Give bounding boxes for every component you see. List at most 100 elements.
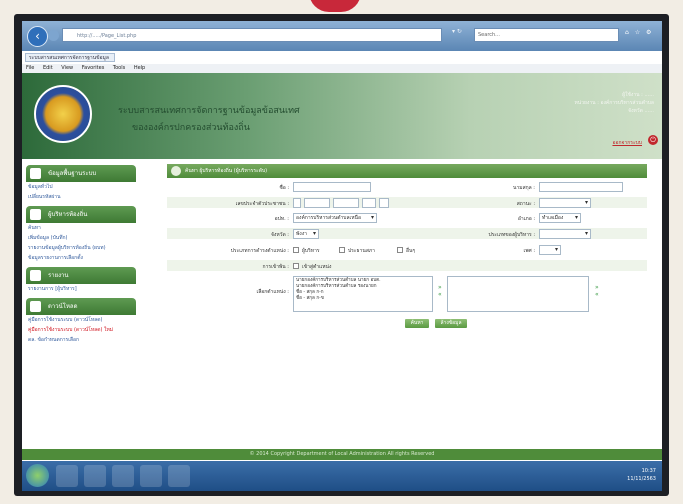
selected-position-listbox[interactable] (447, 276, 589, 312)
clock-time: 10:37 (641, 468, 656, 474)
checkbox-council-chair[interactable] (339, 247, 345, 253)
surname-label: นามสกุล : (513, 185, 535, 191)
menu-tools[interactable]: Tools (113, 65, 125, 71)
taskbar: 10:37 11/11/2563 (22, 461, 662, 491)
sidebar-section-downloads: ดาวน์โหลด (26, 298, 136, 315)
browser-window: ‹ http://...../Page_List.php ▾ ↻ Search.… (22, 21, 662, 491)
sidebar-section-title: รายงาน (48, 272, 69, 279)
gender-select[interactable] (539, 245, 561, 255)
sidebar-item-report[interactable]: รายงานการ [ผู้บริหาร] (26, 284, 154, 294)
menu-view[interactable]: View (61, 65, 73, 71)
user-org: หน่วยงาน : องค์การบริหารส่วนตำบล (574, 100, 654, 106)
sidebar-item-rules[interactable]: ดล. ข้อกำหนดการเลือก (26, 335, 154, 345)
refresh-icon[interactable]: ▾ ↻ (452, 28, 462, 35)
idcard-input-2[interactable] (304, 198, 330, 208)
name-input[interactable] (293, 182, 371, 192)
sidebar-item-manual-new[interactable]: คู่มือการใช้งานระบบ (ดาวน์โหลด) ใหม่ (26, 325, 154, 335)
search-form: ชื่อ : นามสกุล : เลขประจำตัวประชาชน : สถ… (167, 180, 647, 360)
idcard-input-3[interactable] (333, 198, 359, 208)
gender-label: เพศ : (523, 248, 535, 254)
browser-tab[interactable]: ระบบสารสนเทศการจัดการฐานข้อมูล (25, 53, 115, 62)
checkbox-other[interactable] (397, 247, 403, 253)
department-logo (34, 85, 92, 143)
province-select[interactable]: พังงา (293, 229, 319, 239)
window-controls[interactable]: ⌂ ☆ ⚙ (625, 29, 653, 36)
ie-taskbar-icon[interactable] (56, 465, 78, 487)
sidebar-item-report-exec[interactable]: รายงานข้อมูลผู้บริหารท้องถิ่น (ผบท) (26, 243, 154, 253)
user-icon (30, 209, 41, 220)
sidebar-section-executives: ผู้บริหารท้องถิ่น (26, 206, 136, 223)
main-content: ค้นหา ผู้บริหารท้องถิ่น (ผู้บริหารระดับ)… (167, 164, 647, 328)
page-footer: © 2014 Copyright Department of Local Adm… (22, 449, 662, 460)
site-subtitle: ขององค์กรปกครองส่วนท้องถิ่น (132, 123, 250, 133)
checkbox-enter-position-label: เข้าสู่ตำแหน่ง (302, 264, 332, 270)
user-province: จังหวัด ...... (628, 108, 654, 114)
browser-toolbar: ‹ http://...../Page_List.php ▾ ↻ Search.… (22, 21, 662, 51)
sidebar-section-system: ข้อมูลพื้นฐานระบบ (26, 165, 136, 182)
menu-favorites[interactable]: Favorites (82, 65, 105, 71)
forward-arrow-icon[interactable] (48, 30, 59, 41)
explorer-taskbar-icon[interactable] (84, 465, 106, 487)
menu-bar: File Edit View Favorites Tools Help (22, 64, 662, 73)
checkbox-executive-label: ผู้บริหาร (302, 248, 320, 254)
idcard-input-1[interactable] (293, 198, 301, 208)
address-bar[interactable]: http://...../Page_List.php (62, 28, 442, 42)
listbox-option[interactable]: ชื่อ - สกุล ก-ข (296, 296, 430, 302)
chrome-taskbar-icon[interactable] (140, 465, 162, 487)
type-select[interactable] (539, 229, 591, 239)
search-box[interactable]: Search... (474, 28, 619, 42)
sidebar-section-title: ข้อมูลพื้นฐานระบบ (48, 170, 97, 177)
panel-title: ค้นหา ผู้บริหารท้องถิ่น (ผู้บริหารระดับ) (185, 168, 268, 174)
province-label: จังหวัด : (271, 232, 289, 238)
menu-file[interactable]: File (26, 65, 34, 71)
word-taskbar-icon[interactable] (168, 465, 190, 487)
sidebar-item-general[interactable]: ข้อมูลทั่วไป (26, 182, 154, 192)
search-button[interactable]: ค้นหา (405, 319, 429, 328)
district-label: อำเภอ : (517, 216, 535, 222)
start-button-icon[interactable] (26, 464, 49, 487)
document-icon (30, 168, 41, 179)
sidebar-item-search[interactable]: ค้นหา (26, 223, 154, 233)
district-select[interactable]: ทำเลเมือง (539, 213, 581, 223)
site-title: ระบบสารสนเทศการจัดการฐานข้อมูลข้อสนเทศ (118, 106, 300, 116)
logout-link[interactable]: ออกจากระบบ (612, 139, 642, 147)
menu-edit[interactable]: Edit (43, 65, 53, 71)
reorder-arrows-icon[interactable]: » « (595, 284, 601, 298)
user-info: ผู้ใช้งาน : ...... หน่วยงาน : องค์การบริ… (559, 91, 654, 115)
status-label: สถานะ : (516, 201, 535, 207)
sidebar-item-label: รายงานการ [ผู้บริหาร] (28, 286, 77, 292)
position-type-label: ประเภทการดำรงตำแหน่ง : (230, 248, 289, 254)
search-icon (171, 166, 181, 176)
org-select[interactable]: องค์การบริหารส่วนตำบลเหนือ (293, 213, 377, 223)
reset-button[interactable]: ล้างข้อมูล (435, 319, 467, 328)
media-taskbar-icon[interactable] (112, 465, 134, 487)
download-icon (30, 301, 41, 312)
sidebar-section-title: ดาวน์โหลด (48, 303, 78, 310)
sidebar: ข้อมูลพื้นฐานระบบ ข้อมูลทั่วไป เปลี่ยนรห… (26, 161, 154, 466)
checkbox-council-chair-label: ประธานสภา (348, 248, 375, 254)
sidebar-item-add[interactable]: เพิ่มข้อมูล (บันทึก) (26, 233, 154, 243)
surname-input[interactable] (539, 182, 623, 192)
checkbox-enter-position[interactable] (293, 263, 299, 269)
transfer-arrows-icon[interactable]: » « (438, 284, 444, 298)
sidebar-item-election[interactable]: ข้อมูลรายงานการเลือกตั้ง (26, 253, 154, 263)
system-clock: 10:37 11/11/2563 (627, 467, 656, 483)
sidebar-item-manual[interactable]: คู่มือการใช้งานระบบ (ดาวน์โหลด) (26, 315, 154, 325)
position-listbox[interactable]: นายกองค์การบริหารส่วนตำบล นายก อบต. นายก… (293, 276, 433, 312)
sidebar-item-password[interactable]: เปลี่ยนรหัสผ่าน (26, 192, 154, 202)
idcard-input-5[interactable] (379, 198, 389, 208)
checkbox-other-label: อื่นๆ (406, 248, 416, 254)
back-arrow-icon[interactable]: ‹ (27, 26, 48, 47)
heart-decoration (309, 0, 361, 12)
sidebar-section-title: ผู้บริหารท้องถิ่น (48, 211, 88, 218)
menu-help[interactable]: Help (134, 65, 145, 71)
sidebar-item-label: คู่มือการใช้งานระบบ (ดาวน์โหลด) ใหม่ (28, 327, 114, 333)
org-label: อปท. : (274, 216, 289, 222)
report-icon (30, 270, 41, 281)
power-icon[interactable]: ⏻ (648, 135, 658, 145)
reason-label: การเข้าพ้น : (262, 264, 289, 270)
position-list-label: เลือกตำแหน่ง : (256, 289, 289, 295)
status-select[interactable] (539, 198, 591, 208)
checkbox-executive[interactable] (293, 247, 299, 253)
idcard-input-4[interactable] (362, 198, 376, 208)
